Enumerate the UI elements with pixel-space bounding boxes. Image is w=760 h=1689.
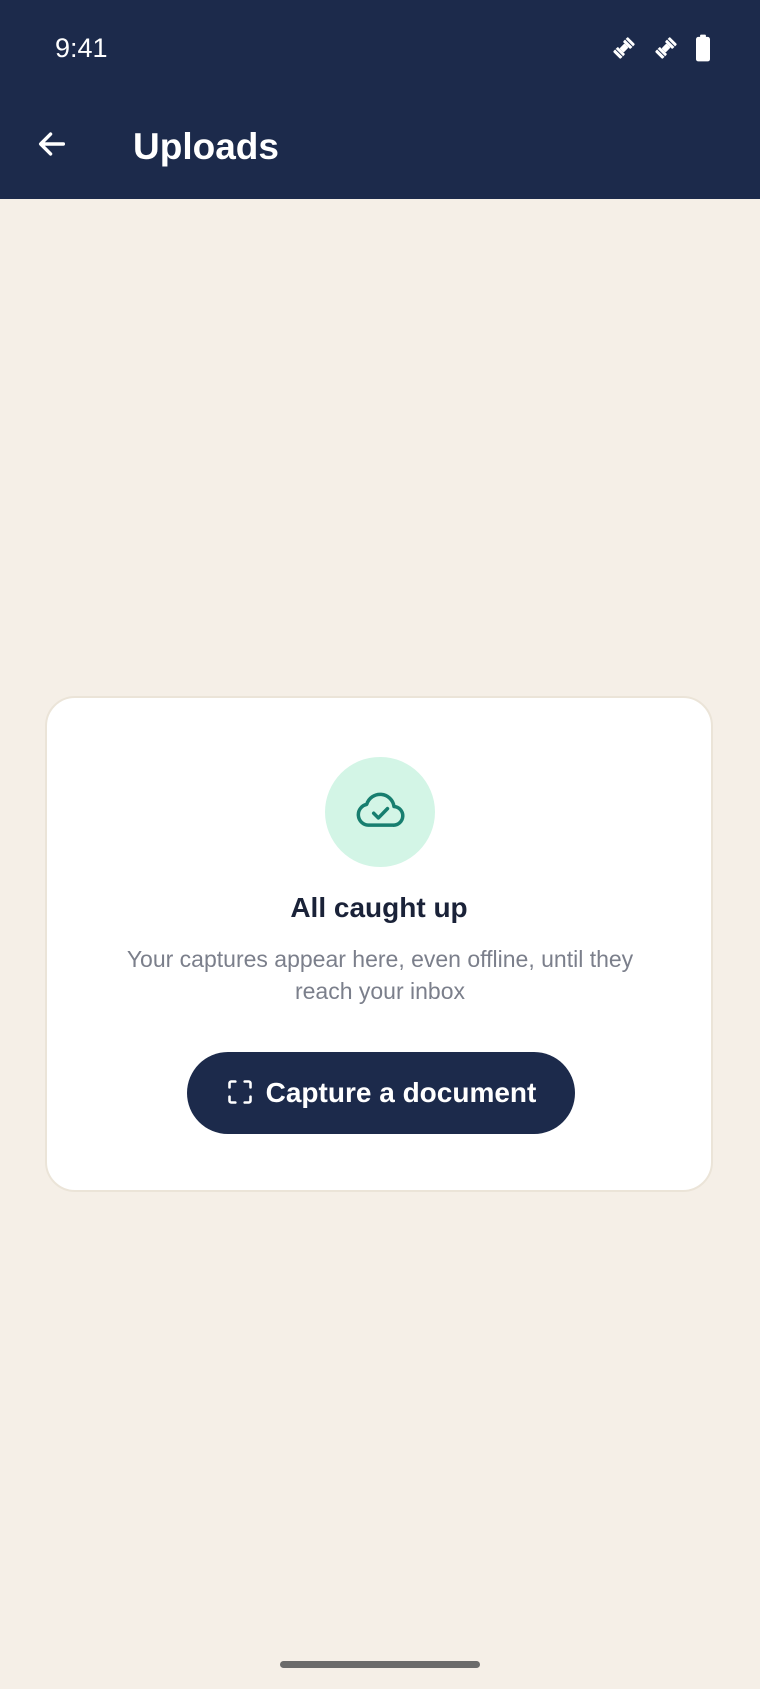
capture-document-label: Capture a document	[265, 1077, 537, 1108]
arrow-left-icon	[35, 127, 69, 166]
home-indicator[interactable]	[280, 1661, 480, 1668]
page-title: Uploads	[133, 126, 279, 167]
app-header: 9:41 Uploads	[0, 0, 760, 199]
status-icons	[610, 30, 712, 66]
cloud-check-icon	[352, 782, 408, 843]
satellite-icon	[652, 34, 680, 62]
capture-document-button[interactable]: Capture a document	[187, 1052, 575, 1134]
back-button[interactable]	[28, 122, 76, 170]
empty-state-title: All caught up	[290, 892, 468, 923]
battery-icon	[694, 34, 712, 62]
empty-state-message: Your captures appear here, even offline,…	[126, 946, 634, 1004]
status-time: 9:41	[55, 33, 108, 63]
empty-state-card: All caught up Your captures appear here,…	[45, 696, 713, 1192]
cloud-check-badge	[325, 757, 435, 867]
satellite-icon	[610, 34, 638, 62]
scan-frame-icon	[226, 1078, 254, 1109]
